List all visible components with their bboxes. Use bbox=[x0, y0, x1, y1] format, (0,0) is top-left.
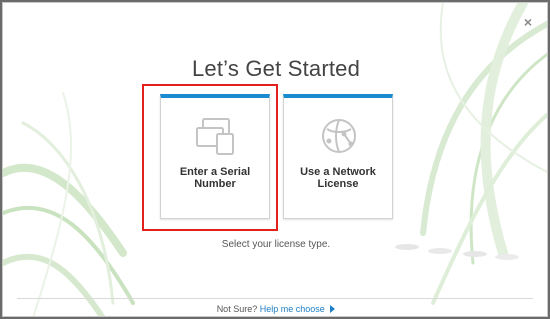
close-button[interactable]: × bbox=[521, 15, 535, 29]
decorative-shapes bbox=[395, 244, 519, 260]
network-option-label-line2: License bbox=[317, 178, 359, 190]
play-arrow-icon[interactable] bbox=[330, 305, 336, 313]
license-dialog: × Let’s Get Started Enter a Serial Numbe… bbox=[2, 2, 548, 317]
serial-option-label-line1: Enter a Serial bbox=[179, 166, 251, 178]
enter-serial-number-option[interactable]: Enter a Serial Number bbox=[160, 94, 270, 219]
globe-network-icon bbox=[322, 119, 356, 153]
use-network-license-option[interactable]: Use a Network License bbox=[283, 94, 393, 219]
page-title: Let’s Get Started bbox=[191, 56, 361, 81]
network-option-label: Use a Network License bbox=[288, 166, 388, 190]
serial-option-label-line2: Number bbox=[194, 178, 236, 190]
network-option-label-line1: Use a Network bbox=[300, 166, 376, 178]
devices-icon bbox=[196, 118, 234, 155]
help-me-choose-link[interactable]: Help me choose bbox=[260, 304, 325, 314]
footer-prefix: Not Sure? bbox=[216, 304, 258, 314]
footer: Not Sure? Help me choose bbox=[3, 304, 547, 314]
footer-divider bbox=[17, 298, 533, 299]
serial-option-label: Enter a Serial Number bbox=[165, 166, 265, 190]
background-artwork bbox=[3, 3, 547, 316]
